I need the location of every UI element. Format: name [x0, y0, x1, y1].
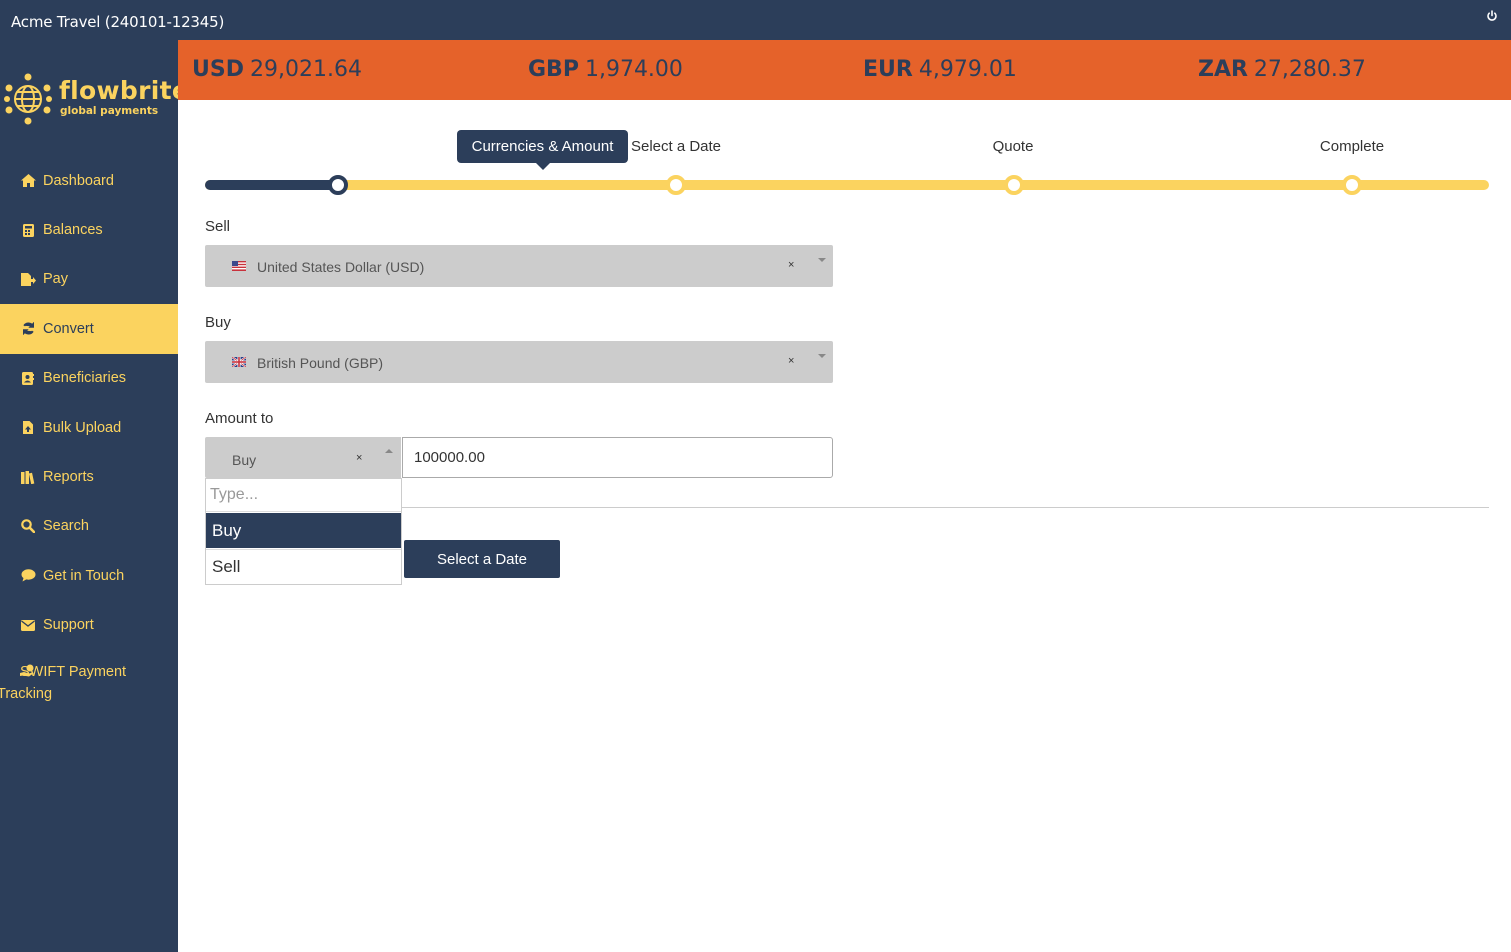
- balance-gbp: GBP 1,974.00: [528, 57, 683, 82]
- sell-clear-button[interactable]: ×: [788, 259, 794, 271]
- balance-currency: GBP: [528, 57, 579, 82]
- chevron-down-icon[interactable]: [818, 258, 826, 262]
- chevron-down-icon[interactable]: [818, 354, 826, 358]
- amount-direction-clear-button[interactable]: ×: [356, 452, 362, 464]
- balance-amount: 4,979.01: [918, 57, 1017, 82]
- amount-input[interactable]: [402, 437, 833, 478]
- sidebar-item-label: Beneficiaries: [43, 370, 127, 387]
- buy-clear-button[interactable]: ×: [788, 355, 794, 367]
- sell-currency-select[interactable]: United States Dollar (USD) ×: [205, 245, 833, 287]
- buy-label: Buy: [205, 314, 231, 331]
- sidebar-item-get-in-touch[interactable]: Get in Touch: [0, 551, 178, 600]
- amount-label: Amount to: [205, 410, 274, 427]
- divider: [402, 507, 1489, 508]
- sidebar-item-label: Dashboard: [43, 172, 114, 189]
- amount-direction-select[interactable]: Buy ×: [205, 437, 401, 478]
- dropdown-option-buy[interactable]: Buy: [206, 513, 401, 548]
- dropdown-option-sell[interactable]: Sell: [206, 549, 401, 584]
- sidebar-item-label: Pay: [43, 271, 68, 288]
- comment-icon: [20, 569, 36, 582]
- balance-currency: EUR: [863, 57, 913, 82]
- sync-icon: [20, 322, 36, 336]
- sidebar-item-convert[interactable]: Convert: [0, 304, 178, 354]
- step-node-select-date[interactable]: [666, 175, 686, 195]
- sidebar-nav: Dashboard Balances Pay Convert Beneficia…: [0, 156, 178, 714]
- balances-bar: USD 29,021.64 GBP 1,974.00 EUR 4,979.01 ZAR…: [178, 40, 1511, 100]
- sidebar-item-beneficiaries[interactable]: Beneficiaries: [0, 354, 178, 403]
- brand-logo[interactable]: flowbrite global payments: [4, 70, 189, 130]
- sidebar-item-swift-payment-tracking[interactable]: SWIFT Payment Tracking: [0, 650, 178, 714]
- globe-network-icon: [4, 73, 52, 125]
- balance-usd: USD 29,021.64: [192, 57, 362, 82]
- sidebar-item-bulk-upload[interactable]: Bulk Upload: [0, 403, 178, 452]
- balance-zar: ZAR 27,280.37: [1198, 57, 1366, 82]
- balance-amount: 1,974.00: [584, 57, 683, 82]
- wizard-progress: Currencies & Amount Select a Date Quote …: [205, 130, 1489, 200]
- step-node-currencies[interactable]: [328, 175, 348, 195]
- sidebar-item-support[interactable]: Support: [0, 601, 178, 650]
- step-node-quote[interactable]: [1004, 175, 1024, 195]
- address-book-icon: [20, 371, 36, 385]
- sell-currency-value: United States Dollar (USD): [257, 259, 425, 275]
- chevron-up-icon[interactable]: [385, 449, 393, 453]
- progress-fill: [205, 180, 338, 190]
- sidebar-item-label: Balances: [43, 222, 103, 239]
- sidebar: flowbrite global payments Dashboard Bala…: [0, 40, 189, 952]
- progress-track: [205, 180, 1489, 190]
- sidebar-item-dashboard[interactable]: Dashboard: [0, 156, 178, 205]
- step-label-quote: Quote: [992, 138, 1034, 155]
- balance-amount: 29,021.64: [249, 57, 362, 82]
- sidebar-item-label: Bulk Upload: [43, 419, 122, 436]
- amount-direction-value: Buy: [232, 452, 257, 468]
- search-icon: [20, 519, 36, 534]
- balance-amount: 27,280.37: [1253, 57, 1366, 82]
- books-icon: [20, 470, 36, 484]
- file-upload-icon: [20, 421, 36, 435]
- title-bar: Acme Travel (240101-12345): [0, 0, 1511, 40]
- sidebar-item-label: Support: [43, 617, 94, 634]
- balance-eur: EUR 4,979.01: [863, 57, 1017, 82]
- step-node-complete[interactable]: [1342, 175, 1362, 195]
- envelope-icon: [20, 619, 36, 631]
- power-icon[interactable]: [1485, 10, 1499, 24]
- sidebar-item-label: Reports: [43, 469, 94, 486]
- file-export-icon: [20, 272, 36, 286]
- sidebar-item-label: Convert: [43, 320, 94, 337]
- dropdown-search-input[interactable]: [206, 479, 401, 512]
- select-date-button[interactable]: Select a Date: [404, 540, 560, 578]
- step-label-select-date: Select a Date: [630, 138, 722, 155]
- buy-currency-select[interactable]: British Pound (GBP) ×: [205, 341, 833, 383]
- us-flag-icon: [232, 261, 246, 271]
- uk-flag-icon: [232, 357, 246, 367]
- buy-currency-value: British Pound (GBP): [257, 355, 384, 371]
- balance-currency: USD: [192, 57, 244, 82]
- hand-holding-dollar-icon: [20, 664, 36, 678]
- sidebar-item-balances[interactable]: Balances: [0, 205, 178, 254]
- home-icon: [20, 174, 36, 188]
- calculator-icon: [20, 223, 36, 237]
- sidebar-item-label: Search: [43, 518, 89, 535]
- sidebar-item-reports[interactable]: Reports: [0, 452, 178, 501]
- balance-currency: ZAR: [1198, 57, 1248, 82]
- window-title: Acme Travel (240101-12345): [11, 13, 225, 31]
- sell-label: Sell: [205, 218, 231, 235]
- sidebar-item-label: Get in Touch: [43, 567, 125, 584]
- brand-name: flowbrite: [59, 76, 190, 105]
- step-current-tooltip: Currencies & Amount: [457, 130, 628, 170]
- brand-tagline: global payments: [60, 105, 159, 117]
- sidebar-item-search[interactable]: Search: [0, 502, 178, 551]
- sidebar-item-pay[interactable]: Pay: [0, 255, 178, 304]
- step-label-complete: Complete: [1319, 138, 1385, 155]
- amount-direction-dropdown: Buy Sell: [205, 478, 402, 585]
